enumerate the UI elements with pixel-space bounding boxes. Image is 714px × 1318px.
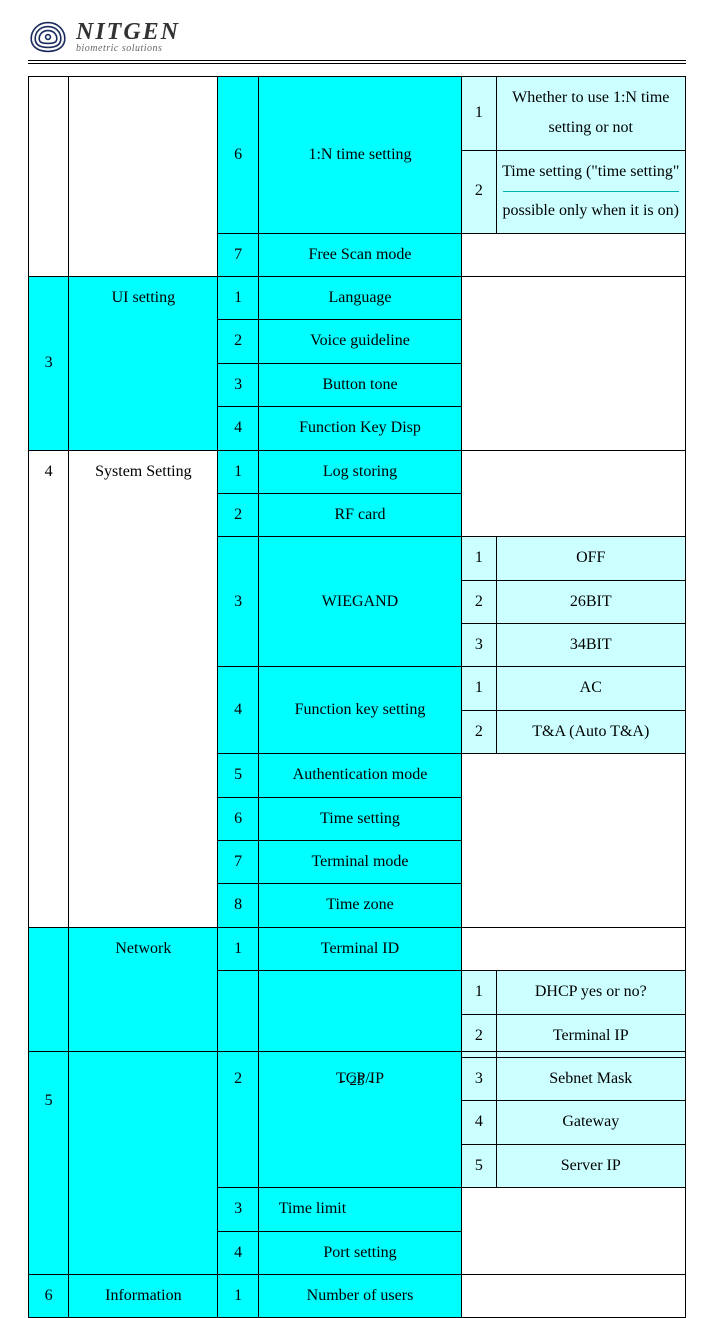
cell-subnum: 5 bbox=[462, 1144, 496, 1187]
table-row: 4 System Setting 1 Log storing bbox=[29, 450, 686, 493]
cell-section: UI setting bbox=[69, 276, 218, 450]
cell-blank bbox=[462, 450, 686, 537]
cell-subtext: Whether to use 1:N time setting or not bbox=[496, 77, 685, 151]
table-row: 3 UI setting 1 Language bbox=[29, 276, 686, 319]
cell-subtext: T&A (Auto T&A) bbox=[496, 710, 685, 753]
cell-num: 4 bbox=[218, 667, 258, 754]
cell-num: 6 bbox=[218, 797, 258, 840]
cell-num: 4 bbox=[218, 407, 258, 450]
cell-label: Number of users bbox=[258, 1274, 462, 1317]
cell-label: Button tone bbox=[258, 363, 462, 406]
cell-label: Voice guideline bbox=[258, 320, 462, 363]
page: NITGEN biometric solutions 6 1:N time se… bbox=[0, 0, 714, 1108]
cell-num: 1 bbox=[218, 450, 258, 493]
cell-label: Time setting bbox=[258, 797, 462, 840]
cell-label: RF card bbox=[258, 493, 462, 536]
cell-label: Function Key Disp bbox=[258, 407, 462, 450]
cell-num: 8 bbox=[218, 884, 258, 927]
inner-divider bbox=[503, 191, 679, 192]
header-rule-1 bbox=[28, 60, 686, 61]
cell-num: 2 bbox=[218, 320, 258, 363]
text-part: Time setting ("time setting" bbox=[502, 163, 679, 180]
menu-table: 6 1:N time setting 1 Whether to use 1:N … bbox=[28, 76, 686, 1318]
logo-area: NITGEN biometric solutions bbox=[28, 20, 686, 54]
cell-blank bbox=[462, 927, 686, 970]
cell-subnum: 1 bbox=[462, 537, 496, 580]
table-row: 6 1:N time setting 1 Whether to use 1:N … bbox=[29, 77, 686, 151]
cell-subnum: 2 bbox=[462, 580, 496, 623]
cell-subnum: 1 bbox=[462, 971, 496, 1014]
cell-num: 5 bbox=[29, 927, 69, 1274]
footer-rule bbox=[28, 1051, 686, 1052]
cell-label: Port setting bbox=[258, 1231, 462, 1274]
cell-label: Terminal mode bbox=[258, 841, 462, 884]
cell-num: 2 bbox=[218, 493, 258, 536]
cell-label: Free Scan mode bbox=[258, 233, 462, 276]
cell-label: Log storing bbox=[258, 450, 462, 493]
cell-blank bbox=[69, 77, 218, 277]
cell-num: 7 bbox=[218, 841, 258, 884]
cell-num: 5 bbox=[218, 754, 258, 797]
cell-label: Time zone bbox=[258, 884, 462, 927]
cell-subnum: 2 bbox=[462, 150, 496, 233]
cell-label: Language bbox=[258, 276, 462, 319]
cell-label: 1:N time setting bbox=[258, 77, 462, 234]
cell-blank bbox=[462, 276, 686, 450]
header-rule-2 bbox=[28, 63, 686, 64]
cell-blank bbox=[29, 77, 69, 277]
cell-subtext: Time setting ("time setting" possible on… bbox=[496, 150, 685, 233]
cell-blank bbox=[462, 1274, 686, 1317]
cell-section: Information bbox=[69, 1274, 218, 1317]
cell-num: 3 bbox=[218, 1188, 258, 1231]
cell-num: 3 bbox=[218, 363, 258, 406]
text-part: possible only when it is on) bbox=[503, 202, 679, 219]
page-number: - 25 - bbox=[0, 1073, 714, 1090]
table-row: 6 Information 1 Number of users bbox=[29, 1274, 686, 1317]
cell-num: 1 bbox=[218, 927, 258, 970]
cell-num: 1 bbox=[218, 276, 258, 319]
cell-blank bbox=[462, 754, 686, 928]
table-row: 5 Network 1 Terminal ID bbox=[29, 927, 686, 970]
cell-subtext: Gateway bbox=[496, 1101, 685, 1144]
cell-label: Function key setting bbox=[258, 667, 462, 754]
logo-name: NITGEN bbox=[76, 20, 180, 44]
cell-subtext: Server IP bbox=[496, 1144, 685, 1187]
cell-num: 4 bbox=[29, 450, 69, 927]
cell-subnum: 2 bbox=[462, 710, 496, 753]
cell-section: Network bbox=[69, 927, 218, 1274]
cell-num: 6 bbox=[218, 77, 258, 234]
cell-section: System Setting bbox=[69, 450, 218, 927]
cell-label: Authentication mode bbox=[258, 754, 462, 797]
cell-num: 4 bbox=[218, 1231, 258, 1274]
cell-label: Terminal ID bbox=[258, 927, 462, 970]
cell-label: Time limit bbox=[258, 1188, 462, 1231]
cell-subtext: 34BIT bbox=[496, 624, 685, 667]
cell-num: 7 bbox=[218, 233, 258, 276]
cell-num: 3 bbox=[29, 276, 69, 450]
cell-blank bbox=[462, 1188, 686, 1275]
cell-subnum: 3 bbox=[462, 624, 496, 667]
cell-label: WIEGAND bbox=[258, 537, 462, 667]
cell-num: 3 bbox=[218, 537, 258, 667]
cell-subtext: OFF bbox=[496, 537, 685, 580]
cell-subnum: 1 bbox=[462, 667, 496, 710]
cell-num: 6 bbox=[29, 1274, 69, 1317]
cell-subnum: 1 bbox=[462, 77, 496, 151]
logo-text: NITGEN biometric solutions bbox=[76, 20, 180, 54]
cell-blank bbox=[462, 233, 686, 276]
logo-tagline: biometric solutions bbox=[76, 44, 180, 54]
cell-num: 1 bbox=[218, 1274, 258, 1317]
fingerprint-icon bbox=[28, 20, 68, 54]
cell-subtext: DHCP yes or no? bbox=[496, 971, 685, 1014]
cell-subtext: 26BIT bbox=[496, 580, 685, 623]
cell-subtext: AC bbox=[496, 667, 685, 710]
cell-subnum: 4 bbox=[462, 1101, 496, 1144]
